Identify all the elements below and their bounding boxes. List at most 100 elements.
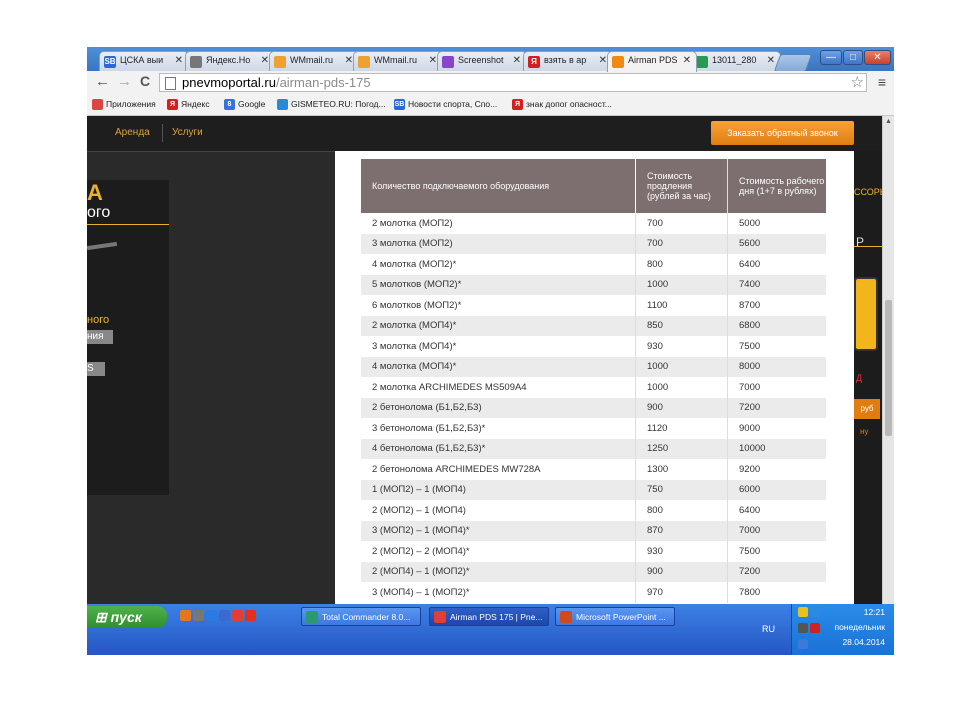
cell-day-cost: 9200: [727, 459, 827, 480]
minimize-button[interactable]: —: [820, 50, 842, 65]
cell-extension-cost: 1100: [635, 295, 728, 316]
ie-icon[interactable]: [206, 610, 217, 621]
cell-equipment: 4 молотка (МОП2)*: [361, 254, 636, 275]
bookmark-label: GISMETEO.RU: Погод...: [291, 99, 386, 109]
table-row: 3 бетонолома (Б1,Б2,Б3)* 1120 9000: [361, 418, 827, 439]
cell-day-cost: 6000: [727, 479, 827, 500]
bookmark-item[interactable]: Я Яндекс: [167, 99, 210, 110]
main-content: Количество подключаемого оборудования Ст…: [335, 151, 854, 604]
bookmark-item[interactable]: Язнак допог опасност...: [512, 99, 612, 110]
close-window-button[interactable]: ✕: [864, 50, 891, 65]
scrollbar-thumb[interactable]: [885, 300, 892, 436]
table-row: 3 молотка (МОП4)* 930 7500: [361, 336, 827, 357]
close-tab-icon[interactable]: ✕: [345, 55, 353, 66]
table-row: 2 бетонолома ARCHIMEDES MW728A 1300 9200: [361, 459, 827, 480]
taskbar-button[interactable]: Airman PDS 175 | Pne...: [429, 607, 549, 626]
cell-extension-cost: 870: [635, 520, 728, 541]
browser-tab[interactable]: Явзять в ар ✕: [523, 51, 613, 71]
desktop-screen: SB ЦСКА выи ✕ Яндекс.Но ✕ WMmail.ru ✕ WMmail.ru…: [87, 47, 894, 655]
promo-tag-2[interactable]: S: [87, 362, 105, 376]
cell-extension-cost: 700: [635, 213, 728, 234]
close-tab-icon[interactable]: ✕: [429, 55, 437, 66]
promo-price-badge[interactable]: руб: [854, 399, 880, 419]
site-nav: Аренда Услуги Заказать обратный звонок: [87, 116, 882, 152]
forward-button[interactable]: →: [117, 73, 132, 90]
close-tab-icon[interactable]: ✕: [513, 55, 521, 66]
chrome-menu-icon[interactable]: ≡: [878, 74, 886, 90]
browser-tab[interactable]: Яндекс.Но ✕: [185, 51, 275, 71]
browser-tab[interactable]: 13011_280 ✕: [691, 51, 781, 71]
yandex-browser-icon[interactable]: [245, 610, 256, 621]
chrome-icon[interactable]: [232, 610, 243, 621]
network-icon[interactable]: [810, 607, 820, 617]
antivirus-icon[interactable]: [810, 623, 820, 633]
cell-extension-cost: 850: [635, 315, 728, 336]
cell-day-cost: 7500: [727, 336, 827, 357]
address-bar[interactable]: pnevmoportal.ru/airman-pds-175: [159, 73, 867, 92]
page-scrollbar[interactable]: ▲: [882, 116, 894, 604]
browser-tab[interactable]: Screenshot ✕: [437, 51, 527, 71]
scroll-up-arrow-icon[interactable]: ▲: [885, 118, 892, 125]
bookmark-item[interactable]: SB Новости спорта, Спо...: [394, 99, 497, 110]
start-button[interactable]: ⊞ пуск: [87, 606, 167, 628]
close-tab-icon[interactable]: ✕: [261, 55, 269, 66]
clock-day: понедельник: [834, 622, 885, 632]
cell-equipment: 3 (МОП2) – 1 (МОП4)*: [361, 520, 636, 541]
cell-day-cost: 7400: [727, 274, 827, 295]
display-icon[interactable]: [798, 639, 808, 649]
nav-link-services[interactable]: Услуги: [172, 127, 203, 138]
cell-day-cost: 7200: [727, 561, 827, 582]
new-tab-button[interactable]: [773, 54, 813, 72]
feather-icon: [442, 56, 454, 68]
reload-button[interactable]: C: [140, 73, 150, 89]
address-host: pnevmoportal.ru: [182, 75, 276, 90]
browser-tab[interactable]: WMmail.ru ✕: [353, 51, 443, 71]
close-tab-icon[interactable]: ✕: [767, 55, 775, 66]
compressor-image: [854, 277, 878, 351]
cell-equipment: 2 (МОП4) – 1 (МОП2)*: [361, 561, 636, 582]
bookmark-item[interactable]: GISMETEO.RU: Погод...: [277, 99, 386, 110]
back-button[interactable]: ←: [95, 73, 110, 90]
desktop-icon[interactable]: [219, 610, 230, 621]
clock-date: 28.04.2014: [842, 637, 885, 647]
bookmark-star-icon[interactable]: ☆: [851, 73, 864, 91]
yandex-icon: Я: [528, 56, 540, 68]
cell-equipment: 2 бетонолома ARCHIMEDES MW728A: [361, 459, 636, 480]
firefox-icon[interactable]: [180, 610, 191, 621]
promo-tag-1[interactable]: ния: [87, 330, 113, 344]
bookmark-item[interactable]: Приложения: [92, 99, 156, 110]
cell-extension-cost: 1300: [635, 459, 728, 480]
cell-extension-cost: 970: [635, 582, 728, 603]
taskbar-button[interactable]: Microsoft PowerPoint ...: [555, 607, 675, 626]
volume-icon[interactable]: [798, 623, 808, 633]
close-tab-icon[interactable]: ✕: [175, 55, 183, 66]
callback-button[interactable]: Заказать обратный звонок: [711, 121, 854, 145]
close-tab-icon[interactable]: ✕: [599, 55, 607, 66]
promo-compressors-text: ССОРЫ: [854, 187, 882, 197]
cell-day-cost: 8000: [727, 356, 827, 377]
cell-day-cost: 7800: [727, 582, 827, 603]
table-row: 4 бетонолома (Б1,Б2,Б3)* 1250 10000: [361, 438, 827, 459]
clock-time[interactable]: 12:21: [864, 607, 885, 617]
taskbar-button[interactable]: Total Commander 8.0...: [301, 607, 421, 626]
browser-tab[interactable]: Airman PDS ✕: [607, 51, 697, 72]
nav-link-rent[interactable]: Аренда: [115, 127, 150, 138]
left-promo-panel: А ого ного ния S: [87, 180, 169, 495]
bookmark-item[interactable]: 8 Google: [224, 99, 265, 110]
maximize-button[interactable]: □: [843, 50, 863, 65]
cell-extension-cost: 750: [635, 479, 728, 500]
jackhammer-image: [87, 241, 118, 251]
cell-extension-cost: 930: [635, 541, 728, 562]
language-indicator[interactable]: RU: [762, 624, 775, 634]
close-tab-icon[interactable]: ✕: [683, 55, 691, 66]
cell-extension-cost: 800: [635, 500, 728, 521]
messenger-icon[interactable]: [798, 607, 808, 617]
yandex-icon: Я: [167, 99, 178, 110]
tab-strip: SB ЦСКА выи ✕ Яндекс.Но ✕ WMmail.ru ✕ WMmail.ru…: [87, 47, 894, 72]
tab-title: Яндекс.Но: [206, 55, 251, 65]
archive-icon[interactable]: [193, 610, 204, 621]
browser-tab[interactable]: SB ЦСКА выи ✕: [99, 51, 189, 71]
bookmarks-bar: Приложения Я Яндекс 8 Google GISMETEO.RU: Пог…: [87, 95, 894, 116]
browser-tab[interactable]: WMmail.ru ✕: [269, 51, 359, 71]
cell-extension-cost: 900: [635, 397, 728, 418]
